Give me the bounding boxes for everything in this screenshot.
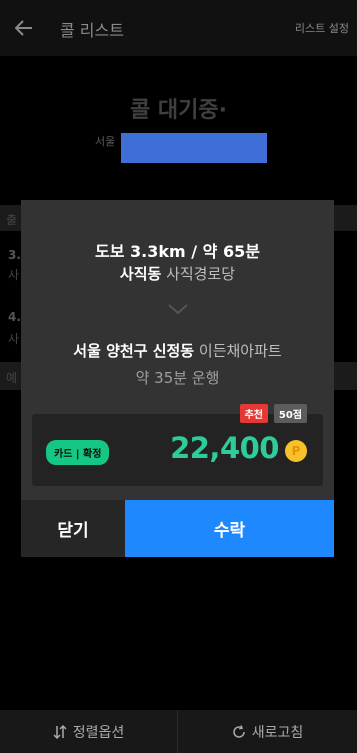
- sort-arrows-icon: [53, 724, 67, 739]
- payment-type-chip: 카드 | 확정: [46, 440, 110, 465]
- destination-area: 서울 양천구 신정동: [73, 342, 195, 360]
- refresh-button[interactable]: 새로고침: [178, 710, 357, 753]
- refresh-icon: [232, 724, 245, 738]
- back-arrow-icon: [15, 20, 32, 36]
- score-badge: 50점: [273, 404, 307, 423]
- origin-location: 사직동 사직경로당: [21, 263, 334, 284]
- refresh-label: 새로고침: [251, 724, 304, 741]
- destination-location: 서울 양천구 신정동 이든채아파트: [21, 340, 334, 361]
- fare-amount: 22,400: [170, 431, 279, 465]
- chevron-down-icon: [168, 304, 188, 315]
- call-detail-dialog: 도보 3.3km / 약 65분 사직동 사직경로당 서울 양천구 신정동 이든…: [21, 200, 334, 557]
- trip-duration: 약 35분 운행: [135, 369, 220, 387]
- walk-distance-info: 도보 3.3km / 약 65분: [95, 242, 260, 261]
- back-button[interactable]: [8, 12, 40, 44]
- destination-place: 이든채아파트: [198, 342, 282, 360]
- top-bar: 콜 리스트 리스트 설정: [0, 0, 357, 56]
- fare-card: 추천 50점 카드 | 확정 22,400 P: [32, 404, 323, 486]
- origin-area: 사직동: [119, 265, 162, 283]
- recommend-badge: 추천: [239, 404, 268, 423]
- sort-options-button[interactable]: 정렬옵션: [0, 710, 177, 753]
- bottom-bar: 정렬옵션 새로고침: [0, 710, 357, 753]
- accept-button[interactable]: 수락: [125, 500, 334, 557]
- location-label: 서울: [95, 135, 116, 148]
- close-button[interactable]: 닫기: [21, 500, 125, 557]
- point-coin-icon: P: [285, 440, 307, 462]
- location-redacted-box: [121, 133, 267, 163]
- sort-options-label: 정렬옵션: [72, 724, 125, 741]
- origin-place: 사직경로당: [166, 265, 236, 283]
- list-settings-button[interactable]: 리스트 설정: [295, 20, 349, 36]
- page-title: 콜 리스트: [60, 21, 124, 40]
- call-waiting-status: 콜 대기중·: [130, 98, 227, 123]
